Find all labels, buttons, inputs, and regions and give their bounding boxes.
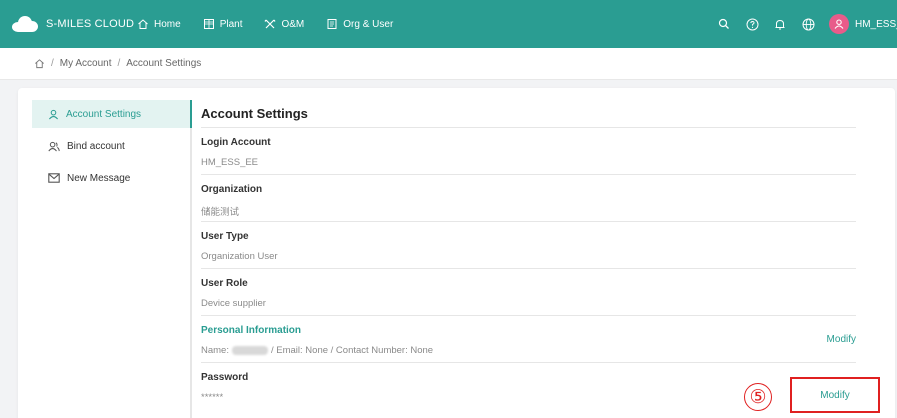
contact-details: / Email: None / Contact Number: None: [270, 345, 434, 356]
user-role-value: Device supplier: [201, 298, 266, 309]
breadcrumb-my-account[interactable]: My Account: [60, 58, 112, 69]
user-role-row: User Role Device supplier: [201, 269, 856, 316]
sidebar-item-label: New Message: [67, 172, 131, 184]
user-type-label: User Type: [201, 231, 249, 242]
redacted-name: [231, 345, 268, 355]
account-settings-panel: Account Settings Login Account HM_ESS_EE…: [201, 100, 856, 410]
avatar[interactable]: [829, 14, 849, 34]
nav-home[interactable]: Home: [137, 18, 181, 30]
personal-information-value: Name: / Email: None / Contact Number: Non…: [201, 345, 856, 356]
nav-plant-label: Plant: [219, 18, 243, 30]
page-title: Account Settings: [201, 100, 856, 128]
nav-org-user-label: Org & User: [343, 18, 394, 30]
sidebar-item-label: Account Settings: [66, 108, 142, 120]
sidebar-item-account-settings[interactable]: Account Settings: [32, 100, 192, 128]
home-icon[interactable]: [34, 58, 45, 69]
organization-label: Organization: [201, 184, 263, 195]
content-card: Account Settings Bind account New Messag…: [18, 88, 895, 418]
user-role-label: User Role: [201, 278, 248, 289]
breadcrumb: / My Account / Account Settings: [0, 48, 897, 80]
bell-icon[interactable]: [773, 17, 787, 31]
organization-row: Organization 储能测试: [201, 175, 856, 222]
top-navbar: S-MILES CLOUD Home Plant O&M Org & User: [0, 0, 897, 48]
grid-icon: [203, 19, 214, 29]
main-nav: Home Plant O&M Org & User: [137, 18, 415, 30]
personal-information-label: Personal Information: [201, 325, 302, 336]
user-icon: [48, 109, 59, 119]
nav-om-label: O&M: [281, 18, 305, 30]
modify-personal-info-button[interactable]: Modify: [827, 334, 856, 345]
search-icon[interactable]: [717, 17, 731, 31]
modify-password-button[interactable]: Modify: [790, 377, 880, 413]
login-account-row: Login Account HM_ESS_EE: [201, 128, 856, 175]
help-icon[interactable]: [745, 17, 759, 31]
sidebar-item-new-message[interactable]: New Message: [32, 164, 190, 192]
brand-name: S-MILES CLOUD: [46, 18, 135, 30]
login-account-value: HM_ESS_EE: [201, 157, 259, 168]
nav-om[interactable]: O&M: [264, 18, 304, 30]
document-icon: [327, 19, 337, 29]
mail-icon: [48, 173, 60, 183]
username[interactable]: HM_ESS_EE: [855, 19, 897, 30]
account-sidebar: Account Settings Bind account New Messag…: [32, 100, 192, 418]
breadcrumb-separator: /: [51, 58, 54, 69]
users-icon: [48, 141, 60, 151]
logo[interactable]: S-MILES CLOUD: [12, 16, 137, 32]
cloud-icon: [12, 16, 38, 32]
breadcrumb-account-settings: Account Settings: [126, 58, 202, 69]
user-type-value: Organization User: [201, 251, 278, 262]
sidebar-item-label: Bind account: [67, 140, 125, 152]
home-icon: [138, 19, 148, 29]
nav-home-label: Home: [154, 18, 181, 30]
step-marker: ⑤: [744, 383, 772, 411]
name-prefix: Name:: [201, 345, 229, 356]
nav-plant[interactable]: Plant: [203, 18, 243, 30]
header-tools: HM_ESS_EE: [717, 0, 897, 48]
user-avatar-icon: [834, 19, 844, 29]
user-type-row: User Type Organization User: [201, 222, 856, 269]
organization-value: 储能测试: [201, 207, 240, 218]
login-account-label: Login Account: [201, 137, 271, 148]
sidebar-item-bind-account[interactable]: Bind account: [32, 132, 190, 160]
nav-org-user[interactable]: Org & User: [326, 18, 393, 30]
globe-icon[interactable]: [801, 17, 815, 31]
breadcrumb-separator: /: [117, 58, 121, 69]
tools-icon: [264, 19, 276, 29]
personal-information-row: Personal Information Name: / Email: None …: [201, 316, 856, 363]
